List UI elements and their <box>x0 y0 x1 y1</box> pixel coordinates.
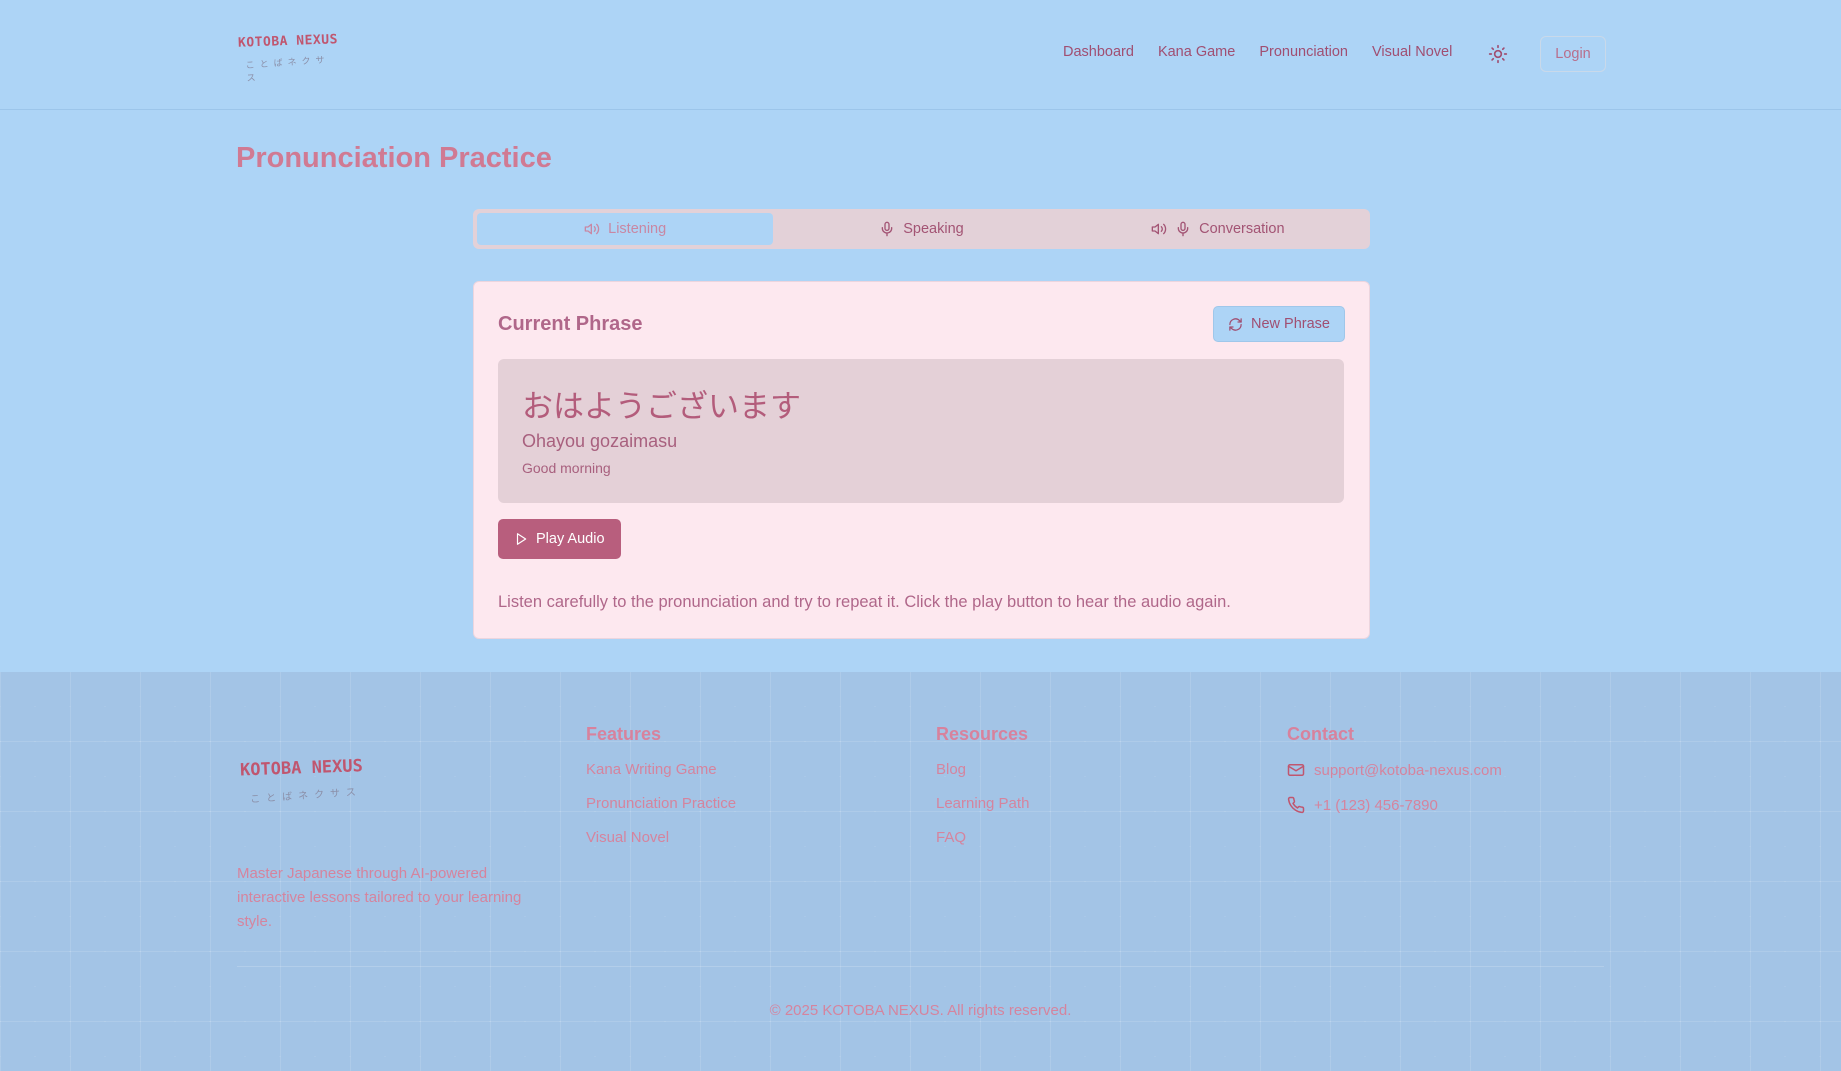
footer-divider <box>237 966 1604 967</box>
tab-listening[interactable]: Listening <box>477 213 774 245</box>
footer-features-heading: Features <box>586 724 662 744</box>
copyright: © 2025 KOTOBA NEXUS. All rights reserved… <box>769 1002 1072 1019</box>
footer-link-kana-writing-game[interactable]: Kana Writing Game <box>586 761 736 778</box>
footer-link-faq[interactable]: FAQ <box>936 829 1029 846</box>
play-icon <box>516 533 527 545</box>
nav-kana-game[interactable]: Kana Game <box>1158 44 1235 60</box>
footer-contact: Contact support@kotoba-nexus.com +1 (123… <box>1287 724 1502 831</box>
card-title: Current Phrase <box>498 313 643 335</box>
footer-link-pronunciation-practice[interactable]: Pronunciation Practice <box>586 795 736 812</box>
footer-logo-text: KOTOBA NEXUS <box>239 756 364 781</box>
logo[interactable]: KOTOBA NEXUS ことばネクサス <box>237 32 339 85</box>
footer-resources-heading: Resources <box>936 724 1029 744</box>
speaker-icon <box>1151 223 1167 235</box>
footer-description: Master Japanese through AI-powered inter… <box>237 865 522 930</box>
new-phrase-button[interactable]: New Phrase <box>1213 306 1345 342</box>
footer-resources: Resources Blog Learning Path FAQ <box>936 724 1029 863</box>
contact-phone[interactable]: +1 (123) 456-7890 <box>1287 796 1502 814</box>
play-audio-button[interactable]: Play Audio <box>498 519 621 559</box>
footer-logo[interactable]: KOTOBA NEXUS ことばネクサス <box>239 756 380 818</box>
nav-visual-novel[interactable]: Visual Novel <box>1372 44 1452 60</box>
tab-label: Listening <box>608 221 667 237</box>
site-footer: KOTOBA NEXUS ことばネクサス Master Japanese thr… <box>0 672 1841 1071</box>
mic-icon <box>1177 221 1189 237</box>
tab-conversation[interactable]: Conversation <box>1070 213 1366 245</box>
nav-dashboard[interactable]: Dashboard <box>1063 44 1134 60</box>
sun-icon[interactable] <box>1488 44 1508 64</box>
footer-link-blog[interactable]: Blog <box>936 761 1029 778</box>
site-header: KOTOBA NEXUS ことばネクサス Dashboard Kana Game… <box>0 0 1841 110</box>
phrase-display: おはようございます Ohayou gozaimasu Good morning <box>498 359 1344 503</box>
phrase-card: Current Phrase New Phrase おはようございます Ohay… <box>473 281 1370 639</box>
tab-label: Conversation <box>1199 221 1285 237</box>
refresh-icon <box>1229 317 1242 331</box>
footer-features: Features Kana Writing Game Pronunciation… <box>586 724 736 863</box>
contact-email[interactable]: support@kotoba-nexus.com <box>1287 761 1502 779</box>
new-phrase-label: New Phrase <box>1251 316 1330 332</box>
practice-tabs: Listening Speaking Conversation <box>473 209 1370 249</box>
footer-link-visual-novel[interactable]: Visual Novel <box>586 829 736 846</box>
phone-icon <box>1287 796 1305 814</box>
play-audio-label: Play Audio <box>536 531 605 547</box>
mail-icon <box>1287 764 1305 776</box>
tab-speaking[interactable]: Speaking <box>773 213 1069 245</box>
login-button[interactable]: Login <box>1540 36 1606 72</box>
footer-logo-subtext: ことばネクサス <box>249 786 363 806</box>
footer-link-learning-path[interactable]: Learning Path <box>936 795 1029 812</box>
phrase-romaji: Ohayou gozaimasu <box>522 431 678 451</box>
mic-icon <box>881 221 893 237</box>
logo-text: KOTOBA NEXUS <box>237 32 339 51</box>
speaker-icon <box>584 223 600 235</box>
page-title: Pronunciation Practice <box>236 142 552 174</box>
phrase-japanese: おはようございます <box>522 389 801 425</box>
tab-label: Speaking <box>903 221 964 237</box>
contact-phone-text: +1 (123) 456-7890 <box>1314 796 1438 814</box>
main-nav: Dashboard Kana Game Pronunciation Visual… <box>1063 44 1452 60</box>
logo-subtext: ことばネクサス <box>245 55 330 85</box>
footer-contact-heading: Contact <box>1287 724 1354 744</box>
instructions-text: Listen carefully to the pronunciation an… <box>498 593 1231 611</box>
phrase-meaning: Good morning <box>522 460 611 476</box>
nav-pronunciation[interactable]: Pronunciation <box>1259 44 1348 60</box>
contact-email-text: support@kotoba-nexus.com <box>1314 761 1502 779</box>
